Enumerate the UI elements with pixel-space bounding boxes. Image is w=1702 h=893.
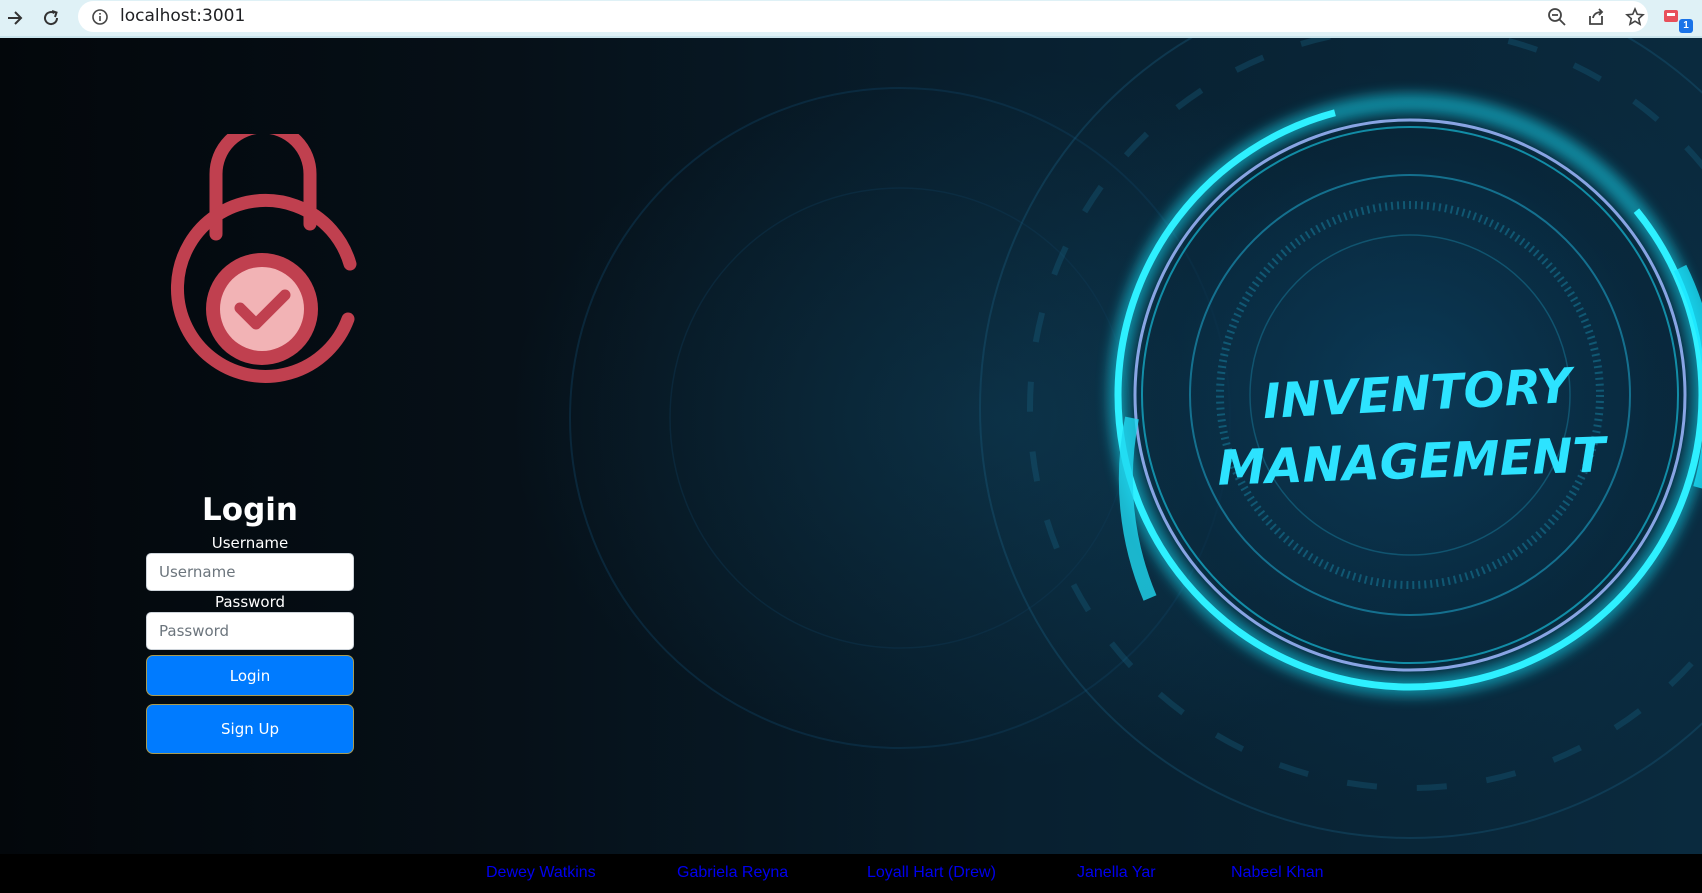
url-text: localhost:3001 xyxy=(120,6,246,26)
signup-button[interactable]: Sign Up xyxy=(146,704,354,754)
share-icon[interactable] xyxy=(1583,4,1609,30)
username-input[interactable] xyxy=(146,553,354,591)
address-bar[interactable]: localhost:3001 xyxy=(78,1,1648,32)
extension-badge: 1 xyxy=(1679,19,1693,33)
footer-link-janella-yar[interactable]: Janella Yar xyxy=(1077,864,1156,882)
login-button[interactable]: Login xyxy=(146,655,354,696)
app-background: INVENTORY MANAGEMENT Login Username Pass… xyxy=(0,38,1702,854)
extension-icon[interactable]: 1 xyxy=(1663,7,1693,33)
footer-link-loyall-hart[interactable]: Loyall Hart (Drew) xyxy=(867,864,996,882)
footer-link-nabeel-khan[interactable]: Nabeel Khan xyxy=(1231,864,1324,882)
footer: Dewey Watkins Gabriela Reyna Loyall Hart… xyxy=(0,854,1702,893)
zoom-out-icon[interactable] xyxy=(1544,4,1570,30)
login-form: Login Username Password Login Sign Up xyxy=(146,488,354,754)
footer-link-dewey-watkins[interactable]: Dewey Watkins xyxy=(486,864,596,882)
forward-arrow-icon[interactable] xyxy=(0,3,30,33)
reload-icon[interactable] xyxy=(36,3,66,33)
login-title: Login xyxy=(202,492,298,528)
lock-check-logo xyxy=(171,134,357,383)
browser-toolbar: localhost:3001 1 xyxy=(0,0,1702,38)
password-input[interactable] xyxy=(146,612,354,650)
password-label: Password xyxy=(214,593,286,611)
info-icon[interactable] xyxy=(90,7,110,27)
username-label: Username xyxy=(211,534,289,552)
footer-link-gabriela-reyna[interactable]: Gabriela Reyna xyxy=(677,864,788,882)
star-icon[interactable] xyxy=(1622,4,1648,30)
